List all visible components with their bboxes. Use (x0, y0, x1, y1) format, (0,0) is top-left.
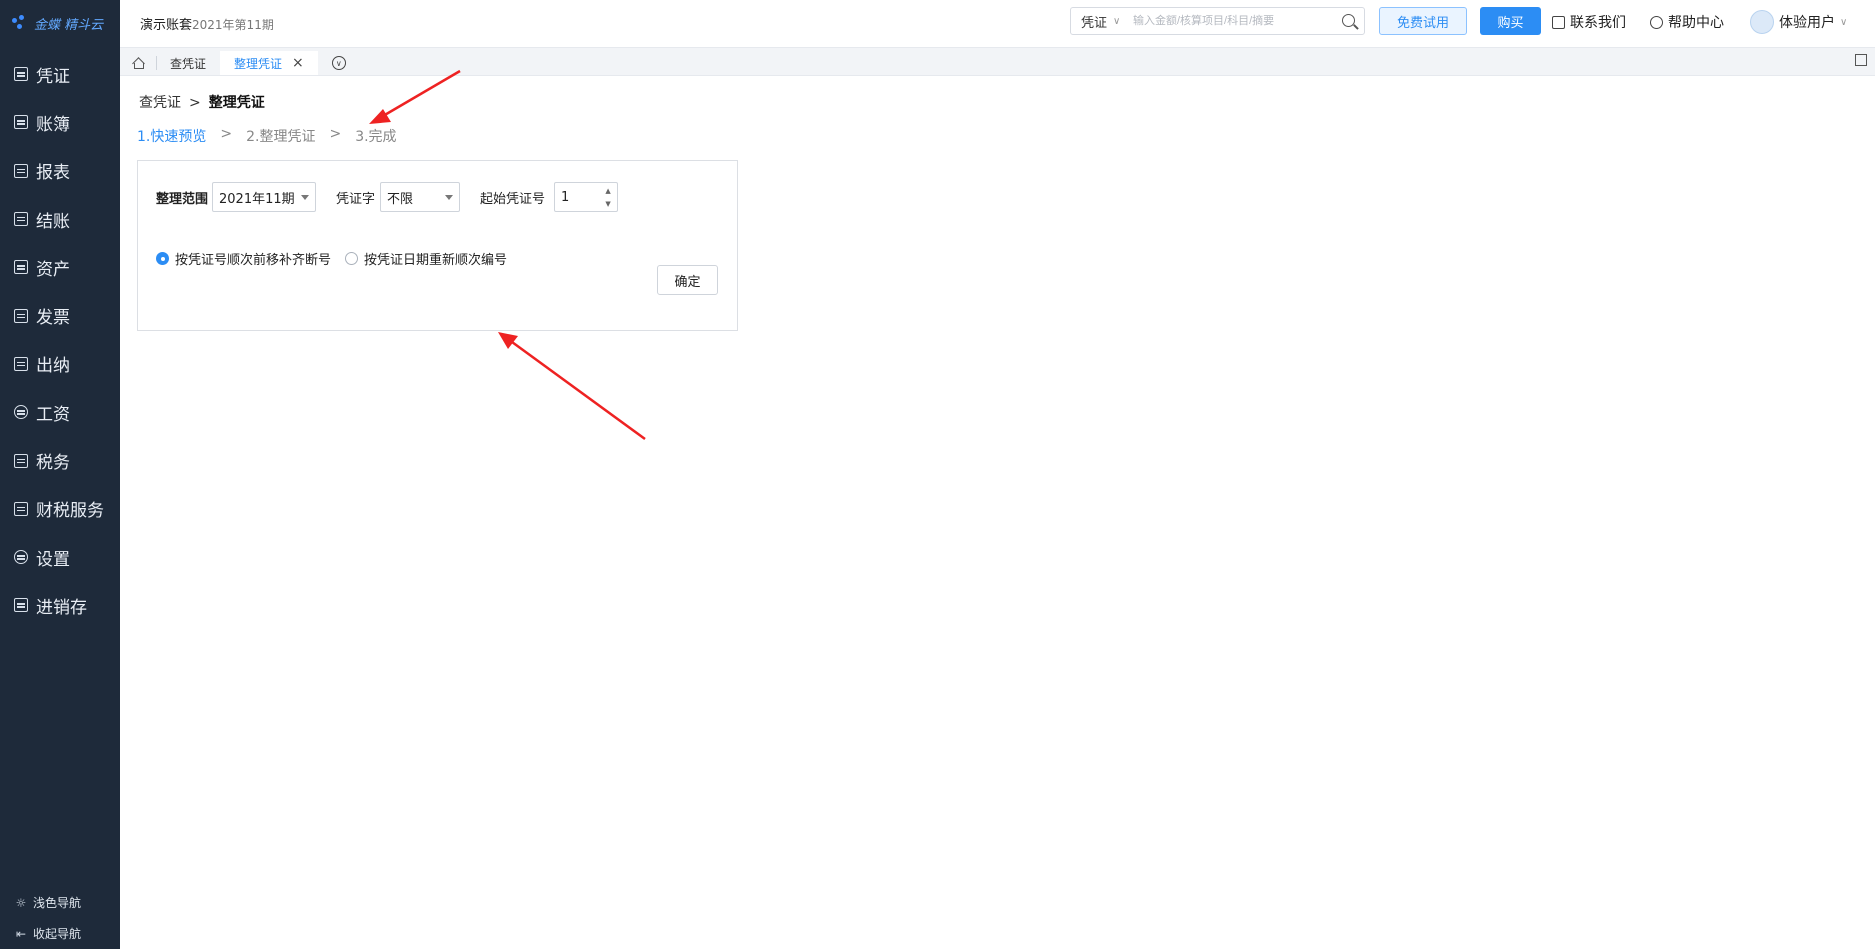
start-number-label: 起始凭证号 (480, 191, 546, 207)
compass-icon (1650, 15, 1663, 29)
option-shift-radio[interactable] (156, 252, 169, 265)
step-quick-preview: 1.快速预览 (137, 129, 207, 145)
home-icon (132, 58, 144, 69)
option-by-date-radio[interactable] (345, 252, 359, 265)
search-icon[interactable] (1342, 14, 1355, 27)
sun-icon: ☼ (15, 895, 27, 910)
nav-item-asset[interactable]: 资产 (0, 243, 120, 291)
collapse-icon: ⇤ (15, 926, 27, 941)
search-input[interactable] (1133, 9, 1323, 33)
sidebar-bottom: ☼ 浅色导航 ⇤ 收起导航 (0, 887, 120, 949)
range-select[interactable]: 2021年11期 (212, 182, 317, 212)
confirm-button[interactable]: 确定 (657, 265, 718, 295)
collapse-nav-button[interactable]: ⇤ 收起导航 (0, 918, 120, 949)
chevron-down-icon: ∨ (1840, 16, 1848, 28)
chat-icon (1552, 15, 1565, 29)
avatar (1750, 10, 1774, 34)
start-number-stepper[interactable]: 1 ▲ ▼ (554, 182, 619, 212)
range-label: 整理范围 (156, 191, 209, 207)
account-period: 2021年第11期 (192, 18, 274, 32)
step-indicator: 1.快速预览 > 2.整理凭证 > 3.完成 (137, 126, 397, 145)
nav-item-voucher[interactable]: 凭证 (0, 50, 120, 98)
option-by-date-label[interactable]: 按凭证日期重新顺次编号 (364, 249, 507, 268)
global-search: 凭证 ∨ (1070, 7, 1365, 35)
buy-button[interactable]: 购买 (1480, 7, 1541, 35)
voucher-icon (14, 67, 28, 82)
option-shift-label[interactable]: 按凭证号顺次前移补齐断号 (175, 249, 331, 268)
chevron-down-icon: ∨ (1113, 15, 1121, 27)
invoice-icon (14, 308, 28, 323)
search-type-select[interactable]: 凭证 ∨ (1071, 12, 1133, 31)
nav-item-inventory[interactable]: 进销存 (0, 581, 120, 629)
logo-icon (12, 15, 28, 31)
voucher-word-select[interactable]: 不限 (380, 182, 461, 212)
caret-down-icon (445, 195, 454, 200)
renumber-options: 按凭证号顺次前移补齐断号 按凭证日期重新顺次编号 (156, 249, 507, 268)
tab-more-icon[interactable]: ∨ (331, 56, 346, 70)
asset-icon (14, 260, 28, 275)
tab-organize-voucher[interactable]: 整理凭证 × (220, 51, 318, 75)
report-icon (14, 163, 28, 178)
nav-item-ledger[interactable]: 账簿 (0, 98, 120, 146)
annotation-arrow-top (369, 69, 461, 124)
cashier-icon (14, 356, 28, 371)
finance-service-icon (14, 501, 28, 516)
nav-item-cashier[interactable]: 出纳 (0, 340, 120, 388)
nav-item-closing[interactable]: 结账 (0, 195, 120, 243)
nav-item-invoice[interactable]: 发票 (0, 291, 120, 339)
voucher-word-label: 凭证字 (336, 191, 376, 207)
step-organize: 2.整理凭证 (246, 129, 316, 145)
filter-row: 整理范围 2021年11期 凭证字 不限 起始凭证号 1 ▲ ▼ (156, 182, 619, 212)
decrement-icon[interactable]: ▼ (603, 199, 613, 209)
salary-icon (14, 405, 28, 420)
logo-text: 金蝶 精斗云 (34, 17, 104, 33)
user-menu[interactable]: 体验用户 ∨ (1750, 0, 1847, 44)
account-name: 演示账套 (140, 18, 193, 33)
brand-logo[interactable]: 金蝶 精斗云 (0, 0, 120, 46)
top-bar: 演示账套2021年第11期 凭证 ∨ 免费试用 购买 联系我们 帮助中心 体验用… (120, 0, 1875, 48)
tab-query-voucher[interactable]: 查凭证 (156, 51, 220, 75)
increment-icon[interactable]: ▲ (603, 186, 613, 196)
tab-home[interactable] (120, 51, 156, 75)
nav-item-report[interactable]: 报表 (0, 147, 120, 195)
step-done: 3.完成 (355, 129, 397, 145)
breadcrumb: 查凭证 > 整理凭证 (139, 95, 265, 111)
help-center-link[interactable]: 帮助中心 (1650, 0, 1724, 44)
settings-icon (14, 550, 28, 565)
breadcrumb-parent[interactable]: 查凭证 (139, 95, 181, 111)
closing-icon (14, 212, 28, 227)
organize-panel: 整理范围 2021年11期 凭证字 不限 起始凭证号 1 ▲ ▼ 按凭证号顺次前… (137, 160, 738, 331)
ledger-icon (14, 115, 28, 130)
account-title[interactable]: 演示账套2021年第11期 (140, 14, 274, 33)
nav-item-finance-service[interactable]: 财税服务 (0, 485, 120, 533)
tab-bar: 查凭证 整理凭证 × ∨ (120, 48, 1875, 76)
nav-item-tax[interactable]: 税务 (0, 436, 120, 484)
annotation-arrow-bottom (498, 332, 646, 441)
caret-down-icon (301, 195, 310, 200)
inventory-icon (14, 598, 28, 613)
contact-us-link[interactable]: 联系我们 (1552, 0, 1626, 44)
close-icon[interactable]: × (292, 55, 304, 71)
tax-icon (14, 453, 28, 468)
light-nav-toggle[interactable]: ☼ 浅色导航 (0, 887, 120, 918)
free-trial-button[interactable]: 免费试用 (1379, 7, 1467, 35)
fullscreen-icon[interactable] (1855, 54, 1867, 66)
main-nav: 凭证 账簿 报表 结账 资产 发票 出纳 工资 税务 财税服务 设置 进销存 (0, 50, 120, 630)
nav-item-settings[interactable]: 设置 (0, 533, 120, 581)
breadcrumb-current: 整理凭证 (208, 95, 265, 111)
sidebar: 金蝶 精斗云 凭证 账簿 报表 结账 资产 发票 出纳 工资 税务 财税服务 设… (0, 0, 120, 949)
nav-item-salary[interactable]: 工资 (0, 388, 120, 436)
